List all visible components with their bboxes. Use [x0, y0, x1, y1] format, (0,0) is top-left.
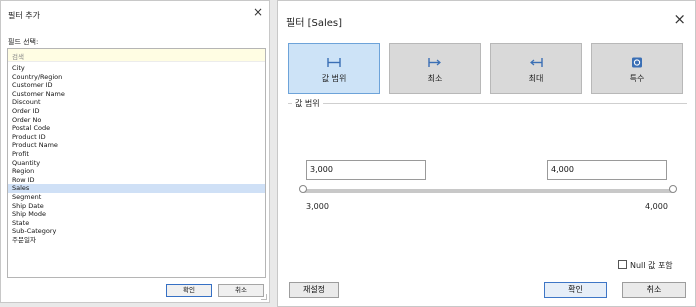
reset-button[interactable]: 재설정 — [289, 282, 339, 298]
close-icon[interactable]: × — [253, 5, 263, 19]
ok-button[interactable]: 확인 — [544, 282, 607, 298]
list-item[interactable]: Ship Date — [8, 202, 265, 211]
min-slider-handle[interactable] — [299, 185, 307, 193]
close-icon[interactable]: × — [673, 11, 686, 27]
max-value-input[interactable]: 4,000 — [547, 160, 667, 180]
include-null-checkbox[interactable]: Null 값 포함 — [618, 260, 673, 271]
range-slider-track[interactable] — [303, 189, 673, 193]
range-of-values-button[interactable]: 값 범위 — [288, 43, 380, 94]
special-label: 특수 — [629, 74, 645, 83]
at-most-icon — [530, 58, 543, 67]
field-list: 검색 City Country/Region Customer ID Customer… — [7, 48, 266, 278]
min-value-input[interactable]: 3,000 — [306, 160, 426, 180]
list-item[interactable]: Ship Mode — [8, 210, 265, 219]
resize-grip-icon[interactable] — [261, 294, 267, 300]
at-least-icon — [428, 58, 441, 67]
special-icon — [632, 57, 642, 68]
add-filter-dialog: 필터 추가 × 필드 선택: 검색 City Country/Region Cust… — [0, 0, 270, 303]
at-most-label: 최대 — [528, 74, 544, 83]
list-item[interactable]: Postal Code — [8, 124, 265, 133]
cancel-button[interactable]: 취소 — [218, 284, 264, 297]
range-group-label: 값 범위 — [292, 98, 323, 109]
at-least-button[interactable]: 최소 — [389, 43, 481, 94]
range-of-values-label: 값 범위 — [321, 74, 347, 83]
list-item[interactable]: 주문일자 — [8, 236, 265, 245]
list-item[interactable]: Country/Region — [8, 73, 265, 82]
list-item[interactable]: Segment — [8, 193, 265, 202]
list-item[interactable]: State — [8, 219, 265, 228]
max-slider-handle[interactable] — [669, 185, 677, 193]
list-item[interactable]: Customer Name — [8, 90, 265, 99]
list-item[interactable]: Quantity — [8, 159, 265, 168]
at-least-label: 최소 — [427, 74, 443, 83]
at-most-button[interactable]: 최대 — [490, 43, 582, 94]
range-min-label: 3,000 — [306, 202, 329, 211]
ok-button[interactable]: 확인 — [166, 284, 212, 297]
list-item[interactable]: Region — [8, 167, 265, 176]
screen: 필터 추가 × 필드 선택: 검색 City Country/Region Cust… — [0, 0, 696, 307]
search-input[interactable]: 검색 — [8, 49, 265, 62]
list-item[interactable]: Sub-Category — [8, 227, 265, 236]
field-list-items: City Country/Region Customer ID Customer Na… — [8, 62, 265, 244]
checkbox-icon[interactable] — [618, 260, 627, 269]
filter-sales-dialog: 필터 [Sales] × 값 범위 최소 최대 특수 값 범위 3,000 4,… — [277, 0, 696, 307]
list-item[interactable]: Order No — [8, 116, 265, 125]
range-max-label: 4,000 — [645, 202, 668, 211]
list-item[interactable]: Customer ID — [8, 81, 265, 90]
include-null-label: Null 값 포함 — [630, 261, 673, 270]
cancel-button[interactable]: 취소 — [622, 282, 686, 298]
list-item[interactable]: City — [8, 64, 265, 73]
range-icon — [327, 58, 341, 67]
list-item[interactable]: Profit — [8, 150, 265, 159]
list-item[interactable]: Product Name — [8, 141, 265, 150]
dialog-title: 필터 [Sales] — [286, 18, 342, 29]
list-item[interactable]: Discount — [8, 98, 265, 107]
list-item[interactable]: Product ID — [8, 133, 265, 142]
list-item[interactable]: Row ID — [8, 176, 265, 185]
list-item[interactable]: Sales — [8, 184, 265, 193]
special-button[interactable]: 특수 — [591, 43, 683, 94]
field-select-label: 필드 선택: — [8, 38, 39, 46]
dialog-title: 필터 추가 — [8, 11, 40, 20]
range-of-values-group: 값 범위 3,000 4,000 3,000 4,000 — [288, 98, 687, 270]
list-item[interactable]: Order ID — [8, 107, 265, 116]
